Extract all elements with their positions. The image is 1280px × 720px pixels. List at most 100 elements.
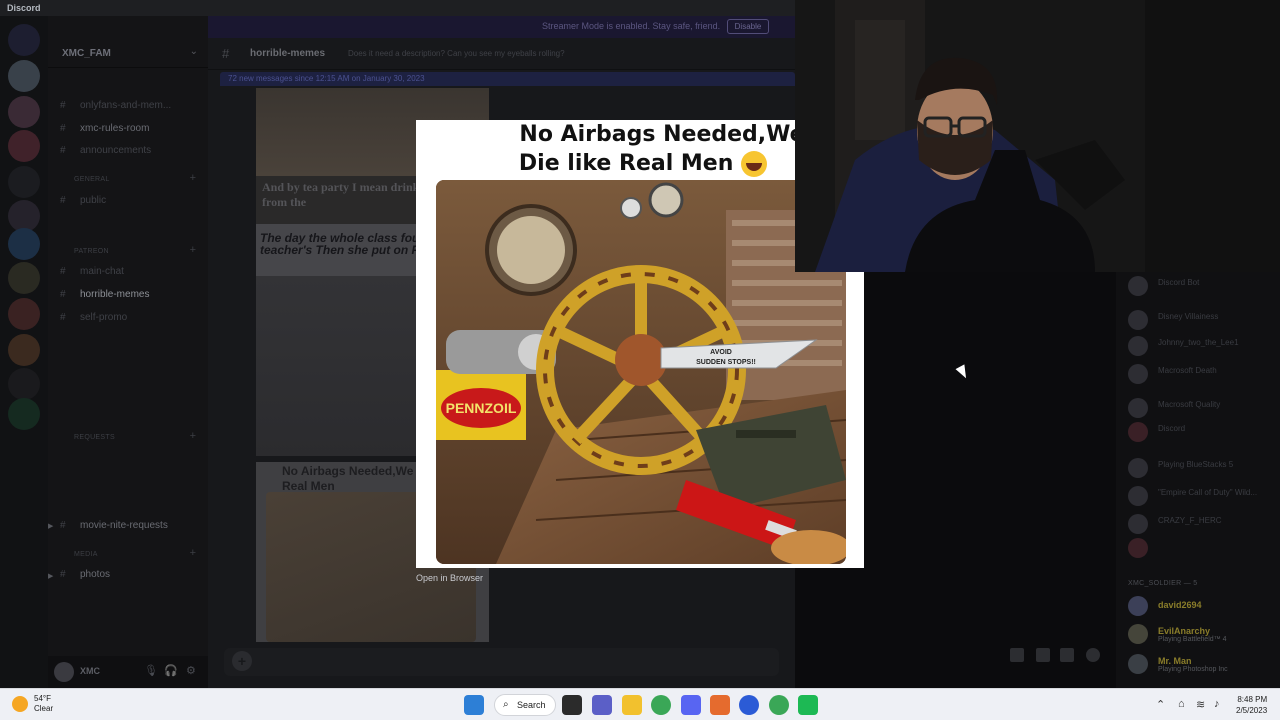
- weather-icon[interactable]: [12, 696, 28, 712]
- channel-label: xmc-rules-room: [80, 123, 150, 134]
- hash-icon: #: [60, 289, 66, 300]
- member-name: Disney Villainess: [1158, 312, 1219, 321]
- chevron-up-icon[interactable]: ⌃: [1156, 698, 1165, 711]
- member-item[interactable]: Johnny_two_the_Lee1: [1128, 334, 1278, 358]
- app-icon[interactable]: [739, 695, 759, 715]
- search-icon: ⌕: [503, 699, 509, 710]
- member-status: Playing Battlefield™ 4: [1158, 636, 1227, 643]
- member-item[interactable]: "Empire Call of Duty" Wild...: [1128, 484, 1278, 508]
- server-icon[interactable]: [8, 228, 40, 260]
- member-item[interactable]: Playing BlueStacks 5: [1128, 456, 1278, 480]
- home-icon[interactable]: [8, 24, 40, 56]
- channel-main-chat[interactable]: # main-chat: [60, 266, 124, 277]
- avatar[interactable]: [54, 662, 74, 682]
- system-clock[interactable]: 8:48 PM 2/5/2023: [1236, 694, 1267, 716]
- file-explorer-icon[interactable]: [622, 695, 642, 715]
- member-item[interactable]: EvilAnarchy Playing Battlefield™ 4: [1128, 622, 1278, 646]
- member-name: CRAZY_F_HERC: [1158, 516, 1222, 525]
- add-channel-icon[interactable]: +: [190, 547, 196, 559]
- sticker-icon[interactable]: [1060, 648, 1074, 662]
- server-icon[interactable]: [8, 96, 40, 128]
- member-item[interactable]: Macrosoft Quality: [1128, 396, 1278, 420]
- avatar: [1128, 458, 1148, 478]
- app-icon[interactable]: [710, 695, 730, 715]
- member-item[interactable]: david2694: [1128, 594, 1278, 618]
- member-item[interactable]: Discord: [1128, 420, 1278, 444]
- emoji-icon[interactable]: [1086, 648, 1100, 662]
- member-name: Playing BlueStacks 5: [1158, 460, 1234, 469]
- category-general[interactable]: GENERAL: [60, 176, 110, 183]
- member-name: Johnny_two_the_Lee1: [1158, 338, 1239, 347]
- add-channel-icon[interactable]: +: [190, 172, 196, 184]
- channel-horrible-memes[interactable]: # horrible-memes: [60, 289, 149, 300]
- chrome-icon[interactable]: [769, 695, 789, 715]
- weather-temp: 54°F: [34, 694, 51, 703]
- category-media[interactable]: MEDIA: [60, 551, 98, 558]
- weather-widget[interactable]: 54°F Clear: [34, 694, 53, 714]
- server-icon[interactable]: [8, 130, 40, 162]
- channel-self-promo[interactable]: # self-promo: [60, 312, 127, 323]
- category-label: PATREON: [74, 248, 109, 255]
- taskbar-search[interactable]: ⌕ Search: [494, 694, 556, 716]
- app-name: Discord: [7, 3, 41, 13]
- rofl-emoji-icon: [741, 151, 768, 177]
- server-icon[interactable]: [8, 298, 40, 330]
- streamer-webcam: [795, 0, 1280, 272]
- task-view-icon[interactable]: [562, 695, 582, 715]
- channel-announcements[interactable]: # announcements: [60, 145, 151, 156]
- hash-icon: #: [60, 145, 66, 156]
- server-icon[interactable]: [8, 262, 40, 294]
- network-icon[interactable]: ⌂: [1178, 698, 1185, 710]
- gear-icon[interactable]: ⚙: [186, 664, 196, 677]
- add-channel-icon[interactable]: +: [190, 430, 196, 442]
- avatar: [1128, 398, 1148, 418]
- channel-photos[interactable]: # photos: [60, 569, 110, 580]
- channel-public[interactable]: # public: [60, 195, 106, 206]
- teams-icon[interactable]: [592, 695, 612, 715]
- channel-movie-nite-requests[interactable]: # movie-nite-requests: [60, 520, 168, 531]
- message-input[interactable]: +: [224, 648, 779, 676]
- server-header[interactable]: XMC_FAM ⌄: [48, 40, 208, 68]
- member-item[interactable]: Macrosoft Death: [1128, 362, 1278, 386]
- open-in-browser-link[interactable]: Open in Browser: [416, 573, 483, 583]
- member-item[interactable]: [1128, 536, 1278, 560]
- member-item[interactable]: CRAZY_F_HERC: [1128, 512, 1278, 536]
- category-requests[interactable]: REQUESTS: [60, 434, 115, 441]
- server-icon[interactable]: [8, 60, 40, 92]
- member-item[interactable]: Discord Bot: [1128, 274, 1278, 298]
- disable-streamer-mode-button[interactable]: Disable: [727, 19, 769, 34]
- channel-topic: Does it need a description? Can you see …: [348, 49, 565, 58]
- gif-icon[interactable]: [1036, 648, 1050, 662]
- microphone-icon[interactable]: 🎙: [144, 664, 158, 677]
- server-icon[interactable]: [8, 368, 40, 400]
- chrome-icon[interactable]: [651, 695, 671, 715]
- headphones-icon[interactable]: 🎧: [164, 664, 178, 677]
- avatar: [1128, 596, 1148, 616]
- start-icon[interactable]: [464, 695, 484, 715]
- new-messages-bar[interactable]: 72 new messages since 12:15 AM on Januar…: [220, 72, 795, 86]
- add-channel-icon[interactable]: +: [190, 244, 196, 256]
- server-icon[interactable]: [8, 166, 40, 198]
- wifi-icon[interactable]: ≋: [1196, 698, 1205, 711]
- volume-icon[interactable]: ♪: [1214, 698, 1220, 710]
- member-name: "Empire Call of Duty" Wild...: [1158, 488, 1258, 497]
- avatar: [1128, 276, 1148, 296]
- channel-onlyfans[interactable]: # onlyfans-and-mem...: [60, 100, 171, 111]
- knife-text-2: SUDDEN STOPS!!: [696, 359, 756, 366]
- channel-rules[interactable]: # xmc-rules-room: [60, 123, 149, 134]
- channel-label: horrible-memes: [80, 289, 150, 300]
- windows-taskbar: 54°F Clear ⌕ Search ⌃ ⌂ ≋ ♪ 8:48 PM 2/5/…: [0, 688, 1280, 720]
- member-list: Discord Bot Disney Villainess Johnny_two…: [1116, 272, 1280, 688]
- app-icon[interactable]: [798, 695, 818, 715]
- explore-icon[interactable]: [8, 398, 40, 430]
- hash-icon: #: [222, 46, 230, 61]
- member-item[interactable]: Disney Villainess: [1128, 308, 1278, 332]
- category-patreon[interactable]: PATREON: [60, 248, 109, 255]
- server-icon[interactable]: [8, 334, 40, 366]
- add-attachment-icon[interactable]: +: [232, 651, 252, 671]
- member-item[interactable]: Mr. Man Playing Photoshop Inc: [1128, 652, 1278, 676]
- member-name: Macrosoft Death: [1158, 366, 1217, 375]
- gift-icon[interactable]: [1010, 648, 1024, 662]
- discord-icon[interactable]: [681, 695, 701, 715]
- chevron-down-icon: ⌄: [189, 46, 198, 57]
